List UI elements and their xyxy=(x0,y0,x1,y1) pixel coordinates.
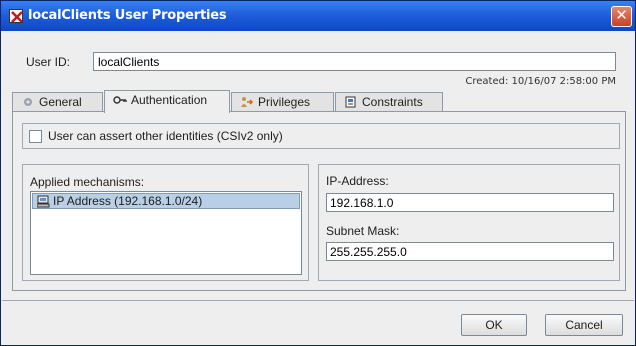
properties-dialog: localClients User Properties ✕ User ID: … xyxy=(0,0,636,346)
privileges-icon xyxy=(240,96,254,108)
window-title: localClients User Properties xyxy=(28,8,227,23)
created-timestamp: Created: 10/16/07 2:58:00 PM xyxy=(465,76,616,87)
tab-privileges[interactable]: Privileges xyxy=(231,92,334,112)
title-bar[interactable]: localClients User Properties ✕ xyxy=(1,1,635,31)
gear-icon xyxy=(21,96,35,108)
mechanisms-group: Applied mechanisms: IP Address (192.168.… xyxy=(22,164,309,281)
dialog-body: User ID: Created: 10/16/07 2:58:00 PM Ge… xyxy=(2,31,634,345)
ip-settings-group: IP-Address: Subnet Mask: xyxy=(318,164,620,281)
key-icon xyxy=(113,94,127,106)
subnet-mask-label: Subnet Mask: xyxy=(326,224,400,238)
divider xyxy=(2,300,634,301)
mechanisms-list[interactable]: IP Address (192.168.1.0/24) xyxy=(30,191,302,275)
tab-label: Authentication xyxy=(131,93,208,107)
close-icon: ✕ xyxy=(615,7,628,24)
assert-identity-group: User can assert other identities (CSIv2 … xyxy=(22,123,620,149)
authentication-panel: User can assert other identities (CSIv2 … xyxy=(12,111,626,291)
tab-label: Constraints xyxy=(362,95,423,109)
ip-address-input[interactable] xyxy=(326,193,614,212)
mechanisms-label: Applied mechanisms: xyxy=(30,175,145,189)
user-id-label: User ID: xyxy=(26,55,71,69)
list-item[interactable]: IP Address (192.168.1.0/24) xyxy=(32,193,300,209)
tab-authentication[interactable]: Authentication xyxy=(104,90,230,113)
assert-identity-label[interactable]: User can assert other identities (CSIv2 … xyxy=(48,129,283,143)
ok-button[interactable]: OK xyxy=(461,314,527,336)
constraints-icon xyxy=(344,96,358,108)
close-button[interactable]: ✕ xyxy=(611,6,632,27)
app-logo-icon xyxy=(9,9,23,23)
ip-address-label: IP-Address: xyxy=(326,174,389,188)
cancel-button[interactable]: Cancel xyxy=(545,314,623,336)
user-id-input[interactable] xyxy=(93,52,616,71)
subnet-mask-input[interactable] xyxy=(326,242,614,261)
assert-identity-checkbox[interactable] xyxy=(29,130,42,143)
tab-constraints[interactable]: Constraints xyxy=(335,92,443,112)
tab-general[interactable]: General xyxy=(12,92,103,112)
tab-label: General xyxy=(39,95,82,109)
tab-label: Privileges xyxy=(258,95,311,109)
mechanism-label: IP Address (192.168.1.0/24) xyxy=(53,194,203,208)
computer-icon xyxy=(37,195,50,208)
